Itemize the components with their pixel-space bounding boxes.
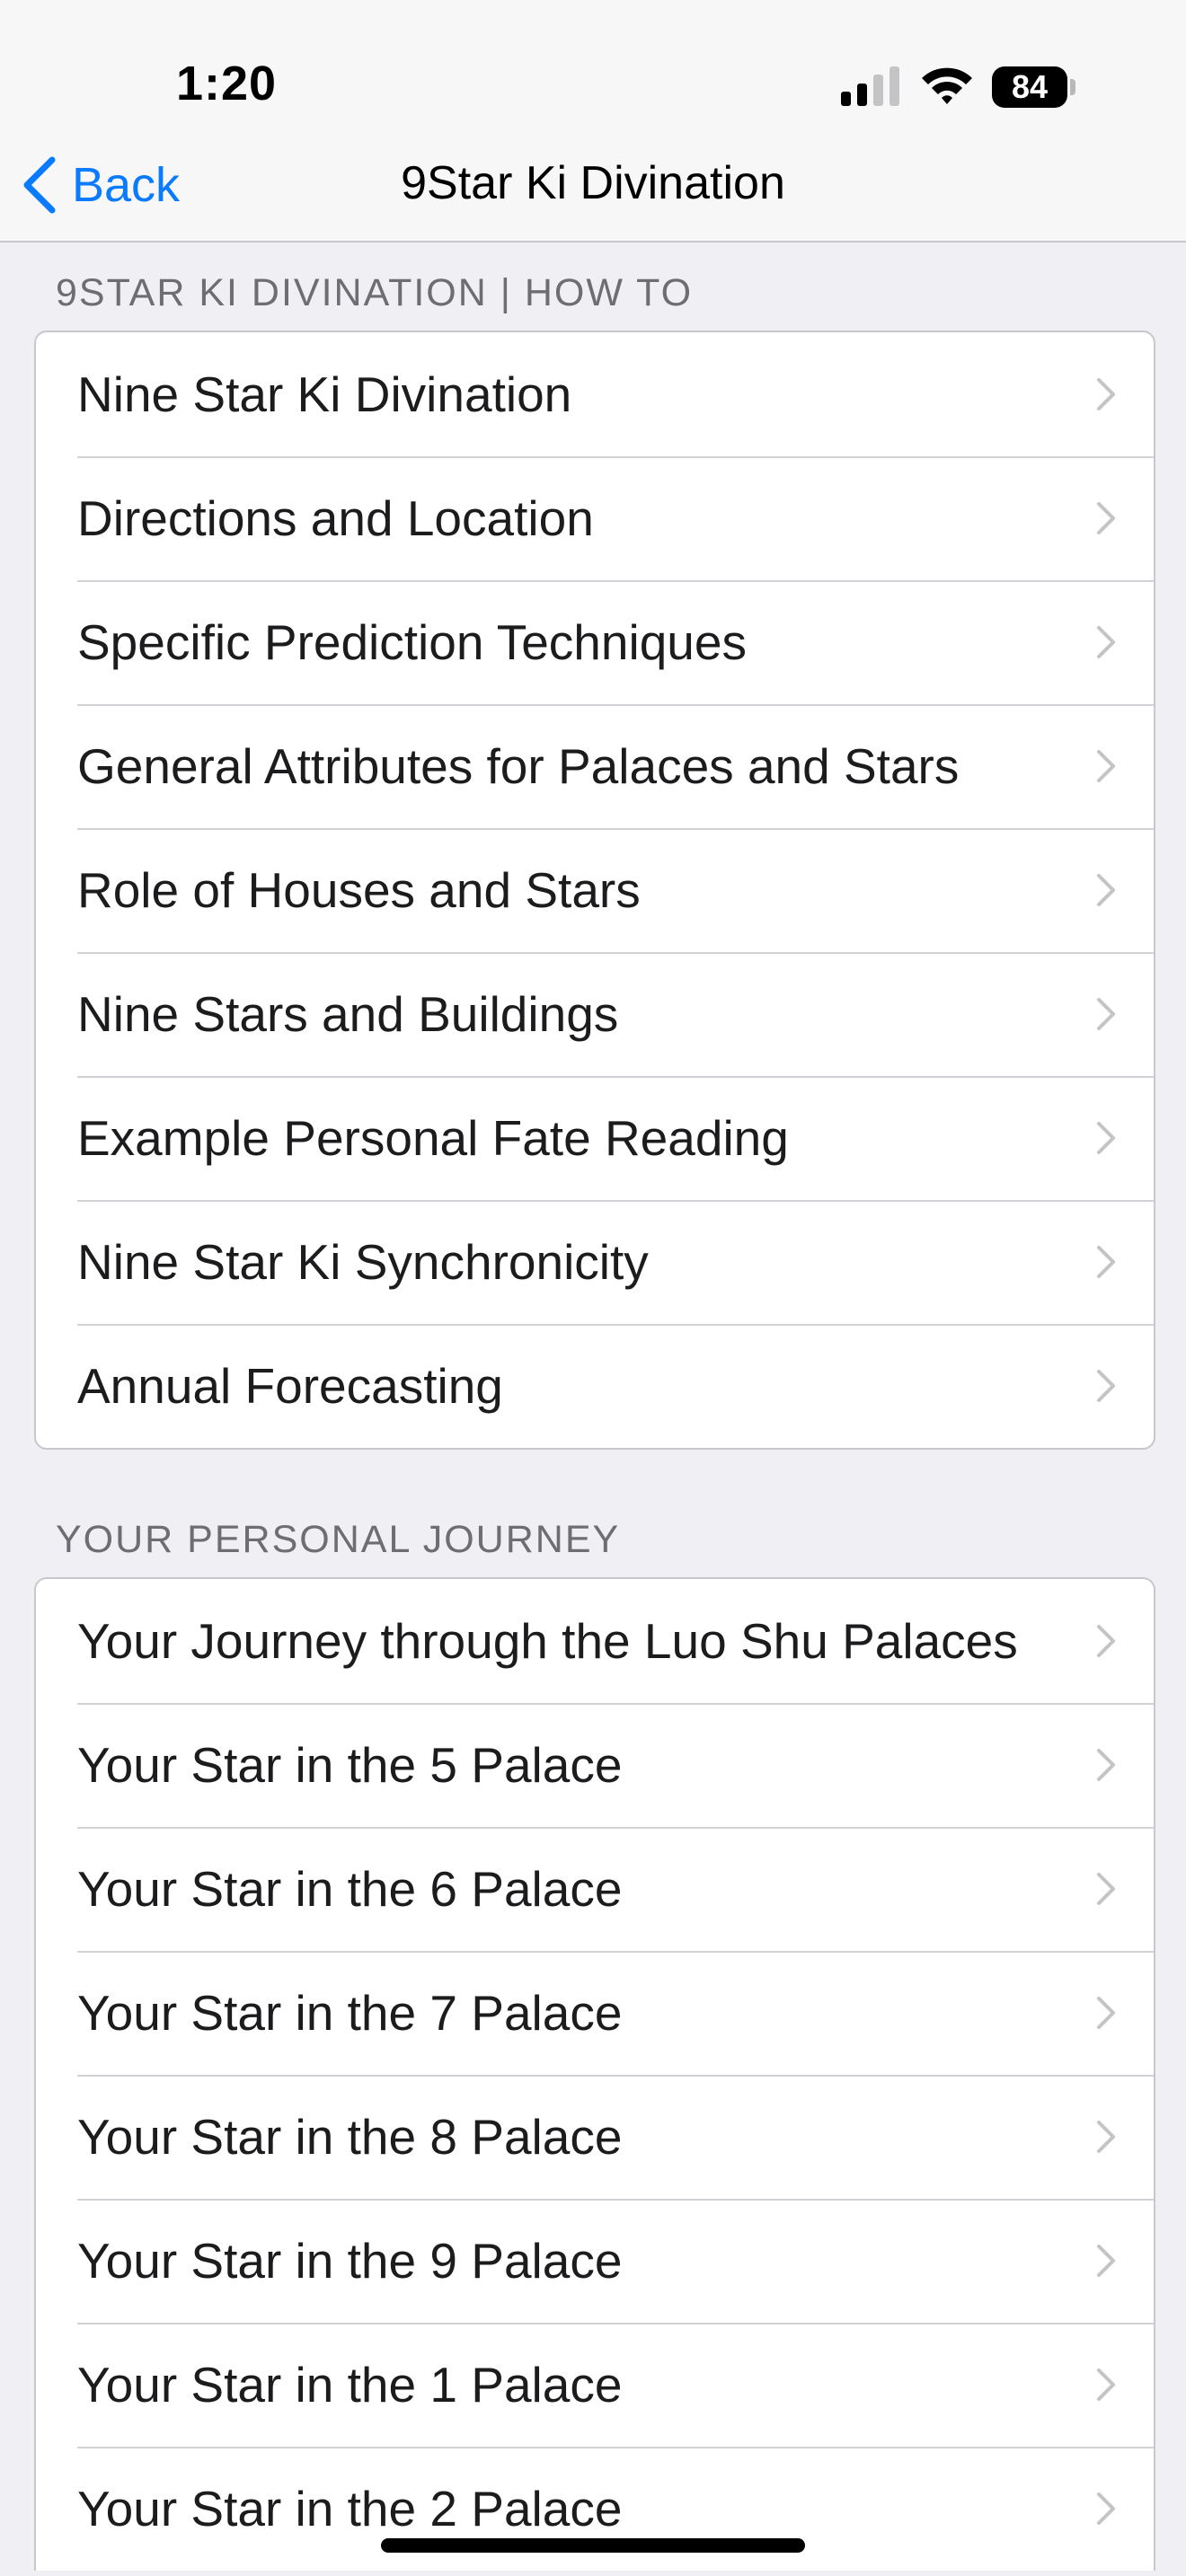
list-item[interactable]: Your Star in the 1 Palace — [36, 2323, 1154, 2447]
chevron-right-icon — [1097, 2492, 1115, 2525]
list-item-label: Nine Star Ki Divination — [77, 366, 572, 422]
list-item-label: Nine Stars and Buildings — [77, 986, 619, 1042]
battery-tip — [1070, 79, 1075, 95]
list-item-label: Your Star in the 1 Palace — [77, 2357, 623, 2413]
how-to-list: Nine Star Ki Divination Directions and L… — [34, 331, 1155, 1450]
list-item-label: Your Star in the 2 Palace — [77, 2481, 623, 2536]
list-item[interactable]: Directions and Location — [36, 456, 1154, 580]
list-item[interactable]: Your Star in the 7 Palace — [36, 1951, 1154, 2075]
chevron-right-icon — [1097, 502, 1115, 534]
section-header-personal-journey: YOUR PERSONAL JOURNEY — [56, 1518, 621, 1561]
chevron-right-icon — [1097, 1625, 1115, 1657]
list-item-label: Your Star in the 9 Palace — [77, 2233, 623, 2289]
list-item[interactable]: Nine Star Ki Synchronicity — [36, 1200, 1154, 1324]
list-item[interactable]: Your Star in the 5 Palace — [36, 1703, 1154, 1827]
list-item[interactable]: Annual Forecasting — [36, 1324, 1154, 1448]
list-item-label: Your Star in the 7 Palace — [77, 1985, 623, 2041]
chevron-right-icon — [1097, 1997, 1115, 2029]
chevron-right-icon — [1097, 2369, 1115, 2401]
list-item-label: Your Star in the 6 Palace — [77, 1861, 623, 1917]
personal-journey-list: Your Journey through the Luo Shu Palaces… — [34, 1577, 1155, 2571]
home-indicator[interactable] — [381, 2538, 805, 2553]
chevron-right-icon — [1097, 1873, 1115, 1905]
list-item[interactable]: Role of Houses and Stars — [36, 828, 1154, 952]
list-item-label: Your Star in the 5 Palace — [77, 1737, 623, 1793]
chevron-right-icon — [1097, 1370, 1115, 1402]
section-header-how-to: 9STAR KI DIVINATION | HOW TO — [56, 271, 694, 314]
status-time: 1:20 — [176, 57, 278, 110]
list-item[interactable]: Specific Prediction Techniques — [36, 580, 1154, 704]
cellular-signal-icon — [841, 66, 899, 106]
chevron-right-icon — [1097, 750, 1115, 782]
status-bar: 1:20 84 — [0, 0, 1186, 135]
list-item-label: Specific Prediction Techniques — [77, 614, 747, 670]
chevron-right-icon — [1097, 2245, 1115, 2277]
list-item-label: Your Star in the 8 Palace — [77, 2109, 623, 2165]
list-item-label: Directions and Location — [77, 490, 594, 546]
list-item-label: Your Journey through the Luo Shu Palaces — [77, 1613, 1018, 1669]
list-item[interactable]: Your Star in the 8 Palace — [36, 2075, 1154, 2199]
list-item[interactable]: Example Personal Fate Reading — [36, 1076, 1154, 1200]
chevron-right-icon — [1097, 626, 1115, 658]
chevron-right-icon — [1097, 874, 1115, 906]
list-item[interactable]: Your Star in the 9 Palace — [36, 2199, 1154, 2323]
list-item[interactable]: General Attributes for Palaces and Stars — [36, 704, 1154, 828]
list-item[interactable]: Your Star in the 6 Palace — [36, 1827, 1154, 1951]
list-item[interactable]: Nine Stars and Buildings — [36, 952, 1154, 1076]
chevron-right-icon — [1097, 1749, 1115, 1781]
list-item[interactable]: Nine Star Ki Divination — [36, 332, 1154, 456]
battery-level: 84 — [992, 66, 1067, 108]
chevron-right-icon — [1097, 2121, 1115, 2153]
chevron-right-icon — [1097, 1122, 1115, 1154]
chevron-right-icon — [1097, 1246, 1115, 1278]
list-item-label: Nine Star Ki Synchronicity — [77, 1234, 649, 1290]
list-item-label: General Attributes for Palaces and Stars — [77, 738, 960, 794]
chevron-right-icon — [1097, 998, 1115, 1030]
list-item[interactable]: Your Journey through the Luo Shu Palaces — [36, 1579, 1154, 1703]
list-item-label: Annual Forecasting — [77, 1358, 503, 1414]
list-item-label: Role of Houses and Stars — [77, 862, 641, 918]
wifi-icon — [922, 67, 972, 104]
battery-icon: 84 — [992, 66, 1075, 108]
chevron-right-icon — [1097, 378, 1115, 410]
page-title: 9Star Ki Divination — [401, 157, 785, 209]
list-item-label: Example Personal Fate Reading — [77, 1110, 789, 1166]
navigation-bar: Back 9Star Ki Divination — [0, 135, 1186, 243]
